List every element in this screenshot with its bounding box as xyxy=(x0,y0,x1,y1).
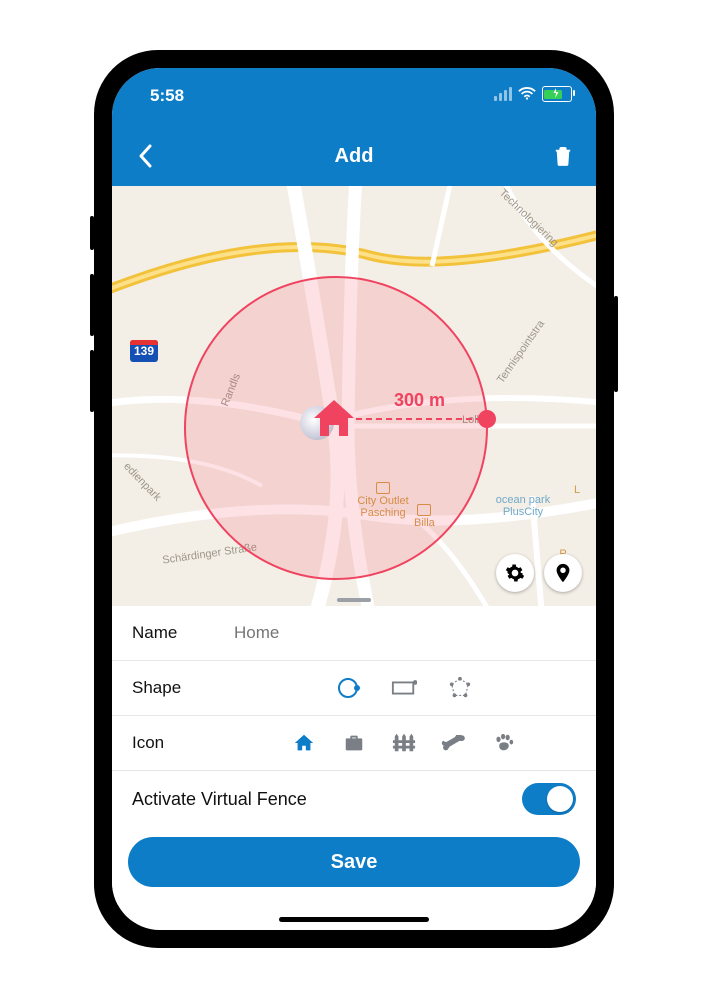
icon-option-fence[interactable] xyxy=(391,730,417,756)
bone-icon xyxy=(441,735,467,751)
page-title: Add xyxy=(335,145,374,168)
name-label: Name xyxy=(132,623,232,643)
icon-row: Icon xyxy=(112,715,596,770)
cellular-signal-icon xyxy=(494,87,512,101)
toggle-knob xyxy=(547,786,573,812)
route-shield: 139 xyxy=(130,340,158,362)
polygon-shape-icon xyxy=(448,676,472,700)
map-recenter-button[interactable] xyxy=(544,554,582,592)
shape-option-rectangle[interactable] xyxy=(391,675,417,701)
home-icon xyxy=(293,732,315,754)
trash-icon xyxy=(554,146,572,166)
icon-option-paw[interactable] xyxy=(491,730,517,756)
nav-bar: Add xyxy=(112,126,596,186)
paw-icon xyxy=(493,732,515,754)
radius-handle[interactable] xyxy=(478,410,496,428)
icon-option-home[interactable] xyxy=(291,730,317,756)
side-button-vol-up xyxy=(90,274,94,336)
map-settings-button[interactable] xyxy=(496,554,534,592)
rectangle-shape-icon xyxy=(391,678,417,698)
back-button[interactable] xyxy=(130,141,160,171)
chevron-left-icon xyxy=(138,144,152,168)
map-view[interactable]: Randls Loll-R Tennispointstra Technologi… xyxy=(112,186,596,606)
shape-option-circle[interactable] xyxy=(335,675,361,701)
status-bar: 5:58 xyxy=(112,86,596,110)
battery-icon xyxy=(542,86,572,102)
top-bar: 5:58 xyxy=(112,68,596,186)
radius-label: 300 m xyxy=(394,390,445,411)
wifi-icon xyxy=(518,87,536,101)
circle-shape-icon xyxy=(336,676,360,700)
phone-frame: 5:58 xyxy=(94,50,614,948)
home-center-icon xyxy=(312,398,356,438)
activate-fence-toggle[interactable] xyxy=(522,783,576,815)
home-indicator[interactable] xyxy=(279,917,429,922)
save-button-label: Save xyxy=(331,851,378,874)
icon-option-briefcase[interactable] xyxy=(341,730,367,756)
location-pin-icon xyxy=(552,562,574,584)
shape-label: Shape xyxy=(132,678,232,698)
side-button-power xyxy=(614,296,618,392)
activate-fence-row: Activate Virtual Fence xyxy=(112,770,596,827)
name-row: Name xyxy=(112,606,596,660)
icon-label: Icon xyxy=(132,733,232,753)
save-button[interactable]: Save xyxy=(128,837,580,887)
screen: 5:58 xyxy=(112,68,596,930)
activate-fence-label: Activate Virtual Fence xyxy=(132,789,307,810)
sheet-grip[interactable] xyxy=(337,598,371,602)
name-input[interactable] xyxy=(232,622,576,644)
briefcase-icon xyxy=(343,732,365,754)
icon-option-bone[interactable] xyxy=(441,730,467,756)
shape-option-polygon[interactable] xyxy=(447,675,473,701)
status-time: 5:58 xyxy=(150,86,184,106)
poi-label: ocean park PlusCity xyxy=(486,494,560,518)
shape-row: Shape xyxy=(112,660,596,715)
gear-icon xyxy=(505,563,525,583)
side-button-silent xyxy=(90,216,94,250)
radius-line[interactable] xyxy=(356,418,482,420)
poi-label: L xyxy=(574,484,580,496)
side-button-vol-down xyxy=(90,350,94,412)
fence-icon xyxy=(392,732,416,754)
form-sheet: Name Shape xyxy=(112,606,596,905)
delete-button[interactable] xyxy=(548,141,578,171)
